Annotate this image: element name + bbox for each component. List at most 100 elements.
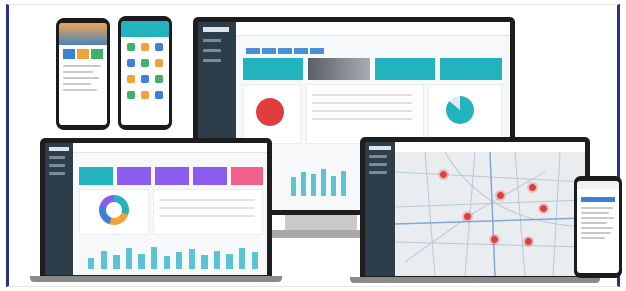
- laptop-left-card-2: [117, 167, 151, 185]
- phone-left-tile-2[interactable]: [77, 49, 89, 59]
- laptop-right-screen: [365, 142, 585, 276]
- laptop-left-card-5: [231, 167, 263, 185]
- phone-left-screen: [59, 23, 107, 125]
- phone-mid-screen: [121, 21, 169, 125]
- phone-mid-icon[interactable]: [141, 75, 149, 83]
- phone-mid-icon[interactable]: [127, 59, 135, 67]
- desktop-card-1: [243, 58, 303, 80]
- phone-mid: [118, 16, 172, 130]
- laptop-right-logo: [369, 146, 391, 150]
- map-marker-icon[interactable]: [496, 192, 504, 200]
- laptop-left-bar: [113, 255, 120, 269]
- laptop-right-sidebar-item[interactable]: [369, 171, 387, 174]
- laptop-left-bar: [251, 252, 258, 269]
- laptop-left-bar: [213, 250, 221, 269]
- phone-mid-icon[interactable]: [141, 91, 149, 99]
- phone-right-text-line: [581, 227, 613, 229]
- desktop-card-2: [308, 58, 370, 80]
- phone-left-text-line: [63, 89, 97, 91]
- laptop-left-sidebar-item[interactable]: [49, 164, 65, 167]
- desktop-tab[interactable]: [294, 48, 308, 54]
- laptop-left-screen: [45, 143, 267, 275]
- laptop-left-bar: [239, 248, 246, 269]
- phone-right-text-line: [581, 217, 614, 219]
- phone-left-tile-3[interactable]: [91, 49, 103, 59]
- desktop-bar: [290, 177, 296, 196]
- phone-left-text-line: [63, 71, 93, 73]
- phone-mid-icon[interactable]: [141, 59, 149, 67]
- phone-right-highlight: [581, 197, 615, 202]
- laptop-left-table-row: [159, 215, 255, 217]
- phone-right-text-line: [581, 207, 613, 209]
- laptop-left-card-3: [155, 167, 189, 185]
- desktop-bar: [340, 170, 346, 196]
- laptop-left-bar: [151, 246, 158, 269]
- phone-mid-icon[interactable]: [127, 43, 135, 51]
- phone-mid-header: [121, 21, 169, 37]
- desktop-tab[interactable]: [278, 48, 292, 54]
- map-view[interactable]: [395, 152, 585, 276]
- desktop-card-4: [440, 58, 502, 80]
- desktop-table-row: [312, 110, 412, 112]
- laptop-left-sidebar-item[interactable]: [49, 172, 65, 175]
- desktop-tab[interactable]: [310, 48, 324, 54]
- map-marker-icon[interactable]: [490, 235, 498, 243]
- phone-mid-icon[interactable]: [155, 59, 163, 67]
- laptop-right-sidebar: [365, 142, 395, 276]
- laptop-left-bar-chart: [85, 241, 261, 269]
- desktop-sidebar-item[interactable]: [203, 59, 221, 62]
- phone-mid-icon[interactable]: [155, 91, 163, 99]
- phone-right-screen: [577, 181, 619, 273]
- phone-left-text-line: [63, 83, 91, 85]
- laptop-left-bar: [188, 249, 195, 269]
- desktop-sidebar-item[interactable]: [203, 39, 221, 42]
- phone-left-tile-1[interactable]: [63, 49, 75, 59]
- laptop-left-table-row: [159, 207, 255, 209]
- laptop-left-logo: [49, 147, 69, 151]
- desktop-bar: [320, 168, 326, 196]
- phone-right-text-line: [581, 232, 611, 234]
- desktop-tab[interactable]: [246, 48, 260, 54]
- desktop-sidebar-item[interactable]: [203, 49, 221, 52]
- laptop-left-bar: [201, 255, 208, 269]
- phone-mid-icon[interactable]: [155, 43, 163, 51]
- laptop-left-sidebar-item[interactable]: [49, 156, 65, 159]
- desktop-table-row: [312, 118, 412, 120]
- desktop-bar: [310, 173, 316, 196]
- phone-left-text-line: [63, 65, 101, 67]
- desktop-red-pie: [256, 98, 284, 126]
- laptop-left-bar: [163, 256, 170, 269]
- phone-mid-icon[interactable]: [127, 91, 135, 99]
- desktop-logo: [203, 27, 229, 32]
- phone-right-header: [577, 181, 619, 189]
- laptop-left-base: [30, 276, 282, 282]
- laptop-right-topbar: [395, 142, 585, 152]
- phone-right: [574, 176, 622, 278]
- desktop-table-panel: [306, 84, 424, 144]
- laptop-right: [360, 137, 590, 279]
- desktop-table-row: [312, 94, 412, 96]
- laptop-right-sidebar-item[interactable]: [369, 155, 387, 158]
- laptop-left-card-1: [79, 167, 113, 185]
- map-marker-icon[interactable]: [540, 204, 548, 212]
- desktop-bar: [330, 175, 336, 196]
- laptop-left-table-row: [159, 199, 255, 201]
- phone-mid-icon[interactable]: [127, 75, 135, 83]
- desktop-tab[interactable]: [262, 48, 276, 54]
- map-marker-icon[interactable]: [528, 183, 536, 191]
- laptop-left-bar: [100, 250, 107, 269]
- map-roads: [395, 152, 585, 276]
- desktop-topbar: [236, 22, 510, 36]
- phone-mid-icon[interactable]: [141, 43, 149, 51]
- phone-left: [56, 18, 110, 130]
- phone-mid-icon[interactable]: [155, 75, 163, 83]
- phone-left-text-line: [63, 77, 99, 79]
- laptop-left-donut-hole: [106, 202, 122, 218]
- laptop-left-line-panel: [153, 189, 263, 235]
- desktop-bar-chart: [288, 162, 348, 196]
- desktop-table-row: [312, 102, 412, 104]
- laptop-left-bar: [176, 252, 183, 269]
- laptop-right-base: [350, 277, 600, 283]
- laptop-right-sidebar-item[interactable]: [369, 163, 387, 166]
- map-marker-icon[interactable]: [439, 171, 447, 179]
